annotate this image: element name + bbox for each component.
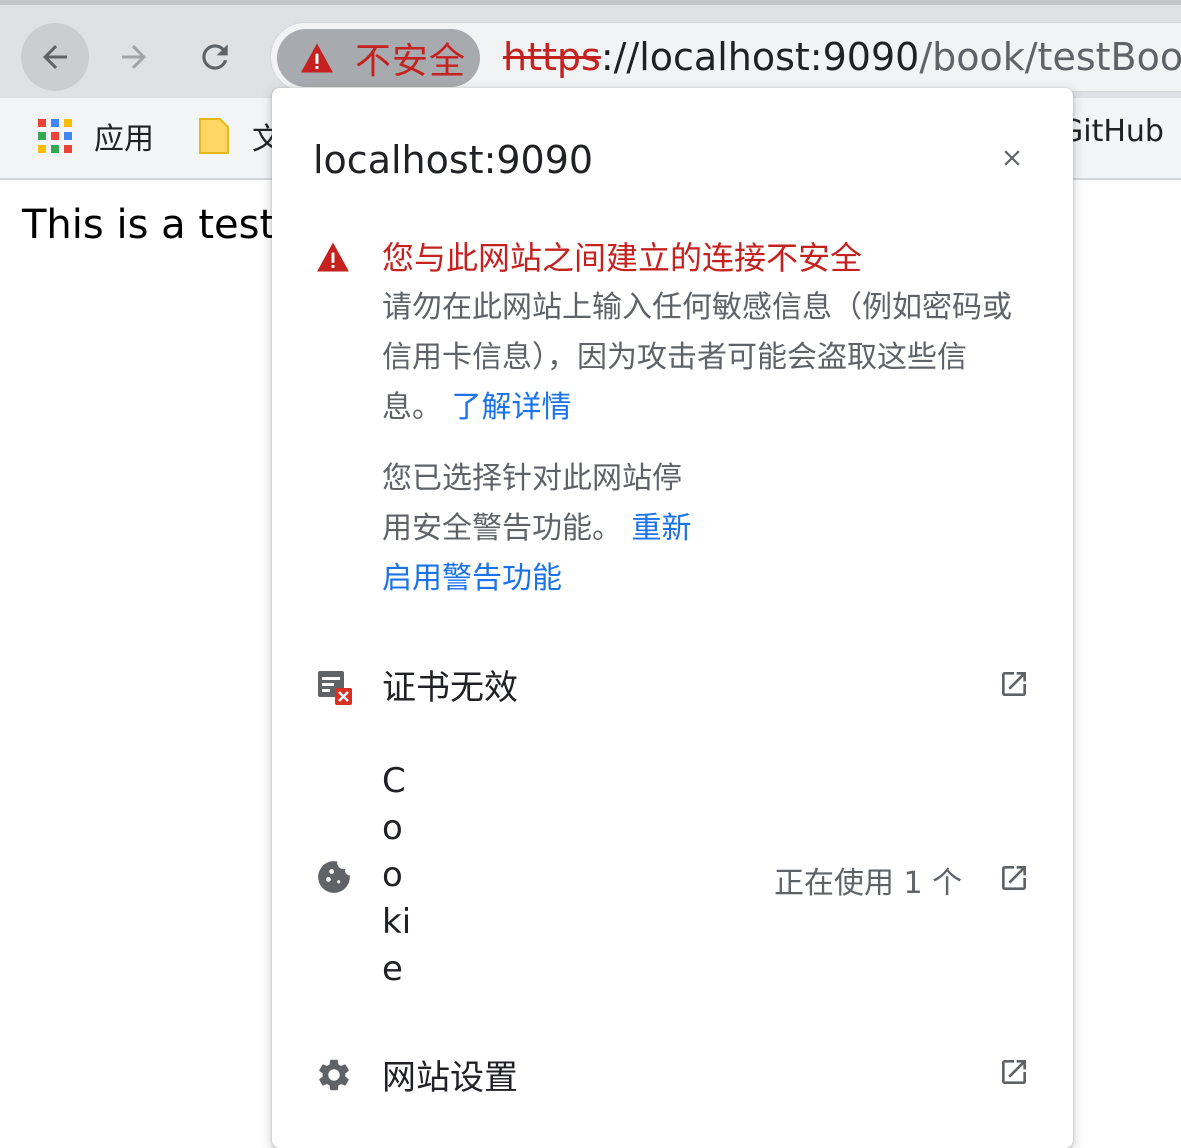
url-host: ://localhost:9090 (600, 35, 920, 79)
bookmark-apps[interactable]: 应用 (38, 114, 154, 158)
cookie-status: 正在使用 1 个 (774, 866, 963, 901)
address-bar[interactable]: 不安全 https://localhost:9090/book/testBook (270, 22, 1181, 92)
external-link-icon (1002, 672, 1026, 696)
bookmark-apps-label: 应用 (94, 122, 154, 157)
arrow-right-icon (122, 45, 146, 69)
learn-more-link[interactable]: 了解详情 (452, 390, 572, 425)
close-icon (1004, 150, 1020, 166)
cookie-label: Cookie (382, 761, 412, 989)
certificate-label: 证书无效 (382, 668, 518, 708)
bookmark-github[interactable]: GitHub (1060, 114, 1164, 149)
bookmark-github-label: GitHub (1060, 114, 1164, 149)
back-button[interactable] (21, 23, 89, 91)
page-body-text: This is a test b (22, 202, 314, 248)
arrow-left-icon (43, 45, 67, 69)
warning-heading: 您与此网站之间建立的连接不安全 (382, 239, 863, 277)
close-button[interactable] (994, 140, 1030, 176)
gear-icon (319, 1059, 349, 1091)
url-scheme: https (503, 35, 601, 79)
bookmark-folder[interactable]: 文 (198, 114, 282, 158)
reload-button[interactable] (181, 23, 249, 91)
popup-title: localhost:9090 (313, 138, 594, 182)
reload-icon (202, 44, 228, 70)
url-text[interactable]: https://localhost:9090/book/testBook (503, 35, 1181, 79)
warning-icon (301, 43, 333, 73)
warning-body: 请勿在此网站上输入任何敏感信息（例如密码或信用卡信息），因为攻击者可能会盗取这些… (382, 283, 1022, 433)
certificate-row[interactable]: 证书无效 (272, 658, 1073, 718)
browser-toolbar: 不安全 https://localhost:9090/book/testBook (0, 0, 1181, 98)
security-label: 不安全 (355, 41, 467, 82)
certificate-invalid-icon (318, 671, 352, 705)
warnings-disabled-note: 您已选择针对此网站停用安全警告功能。 重新启用警告功能 (382, 454, 702, 604)
cookie-row[interactable]: Cookie 正在使用 1 个 (272, 758, 1073, 998)
site-settings-label: 网站设置 (382, 1058, 518, 1098)
apps-grid-icon (38, 119, 72, 153)
url-path: /book/testBook (919, 35, 1181, 79)
folder-icon (199, 118, 229, 154)
site-settings-row[interactable]: 网站设置 (272, 1048, 1073, 1108)
security-indicator-button[interactable]: 不安全 (277, 29, 480, 87)
forward-button[interactable] (100, 23, 168, 91)
external-link-icon (1002, 1060, 1026, 1084)
cookie-icon (318, 861, 350, 893)
external-link-icon (1002, 866, 1026, 890)
site-info-popup: localhost:9090 您与此网站之间建立的连接不安全 请勿在此网站上输入… (272, 88, 1073, 1148)
warning-icon (317, 242, 349, 272)
